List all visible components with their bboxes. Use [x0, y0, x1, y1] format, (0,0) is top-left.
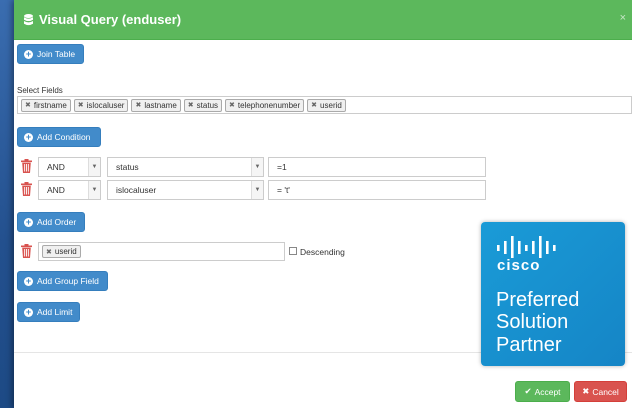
add-group-field-button[interactable]: + Add Group Field — [17, 271, 108, 291]
chevron-down-icon: ▼ — [88, 158, 100, 176]
trash-icon[interactable] — [21, 244, 32, 258]
field-tag: ✖ userid — [307, 98, 346, 112]
tag-remove-icon[interactable]: ✖ — [135, 101, 141, 109]
cisco-partner-badge: cisco Preferred Solution Partner — [481, 222, 625, 366]
add-limit-label: Add Limit — [37, 307, 73, 317]
chevron-down-icon: ▼ — [251, 181, 263, 199]
join-table-button[interactable]: + Join Table — [17, 44, 84, 64]
trash-icon[interactable] — [21, 159, 32, 173]
field-tag: ✖ status — [183, 98, 223, 112]
tag-remove-icon[interactable]: ✖ — [25, 101, 31, 109]
cisco-logo-icon — [497, 236, 556, 258]
close-icon[interactable]: × — [620, 12, 626, 24]
select-fields-input[interactable]: ✖ firstname ✖ islocaluser ✖ lastname ✖ statu… — [17, 96, 632, 114]
order-tag: ✖ userid — [42, 245, 81, 258]
field-tag: ✖ islocaluser — [73, 98, 129, 112]
modal-header: Visual Query (enduser) × — [14, 0, 632, 40]
plus-circle-icon: + — [24, 131, 33, 142]
chevron-down-icon: ▼ — [251, 158, 263, 176]
tag-remove-icon[interactable]: ✖ — [188, 101, 194, 109]
field-tag: ✖ telephonenumber — [225, 98, 305, 112]
condition-operator-select[interactable]: AND ▼ — [38, 157, 101, 177]
modal-title: Visual Query (enduser) — [24, 12, 181, 27]
accept-button[interactable]: ✔ Accept — [515, 381, 570, 402]
select-fields-label: Select Fields — [17, 86, 63, 95]
add-group-field-label: Add Group Field — [37, 276, 99, 286]
database-icon — [24, 13, 33, 25]
plus-circle-icon: + — [24, 216, 33, 227]
trash-icon[interactable] — [21, 182, 32, 196]
condition-value-input[interactable]: = 't' — [268, 180, 486, 200]
descending-label: Descending — [300, 247, 345, 257]
accept-label: Accept — [534, 386, 561, 397]
cisco-wordmark: cisco — [497, 257, 541, 274]
plus-circle-icon: + — [24, 306, 33, 317]
tag-remove-icon[interactable]: ✖ — [311, 101, 317, 109]
condition-field-select[interactable]: islocaluser ▼ — [107, 180, 264, 200]
field-tag: ✖ firstname — [21, 98, 71, 112]
modal-title-text: Visual Query (enduser) — [39, 12, 182, 27]
order-fields-input[interactable]: ✖ userid — [38, 242, 285, 261]
descending-checkbox[interactable] — [289, 247, 297, 255]
add-condition-button[interactable]: + Add Condition — [17, 127, 101, 147]
tag-remove-icon[interactable]: ✖ — [46, 248, 52, 256]
badge-line-3: Partner — [496, 334, 562, 356]
field-tag: ✖ lastname — [131, 98, 181, 112]
condition-operator-select[interactable]: AND ▼ — [38, 180, 101, 200]
tag-remove-icon[interactable]: ✖ — [229, 101, 235, 109]
chevron-down-icon: ▼ — [88, 181, 100, 199]
cancel-label: Cancel — [592, 386, 619, 397]
badge-line-2: Solution — [496, 311, 569, 333]
cancel-button[interactable]: ✖ Cancel — [574, 381, 627, 402]
plus-circle-icon: + — [24, 275, 33, 286]
join-table-label: Join Table — [37, 49, 76, 59]
plus-circle-icon: + — [24, 48, 33, 59]
condition-value-input[interactable]: =1 — [268, 157, 486, 177]
condition-field-select[interactable]: status ▼ — [107, 157, 264, 177]
badge-line-1: Preferred — [496, 289, 580, 311]
add-order-button[interactable]: + Add Order — [17, 212, 85, 232]
close-icon: ✖ — [582, 386, 590, 396]
add-condition-label: Add Condition — [37, 132, 91, 142]
tag-remove-icon[interactable]: ✖ — [78, 101, 84, 109]
add-order-label: Add Order — [37, 217, 77, 227]
add-limit-button[interactable]: + Add Limit — [17, 302, 80, 322]
check-icon: ✔ — [524, 386, 532, 396]
